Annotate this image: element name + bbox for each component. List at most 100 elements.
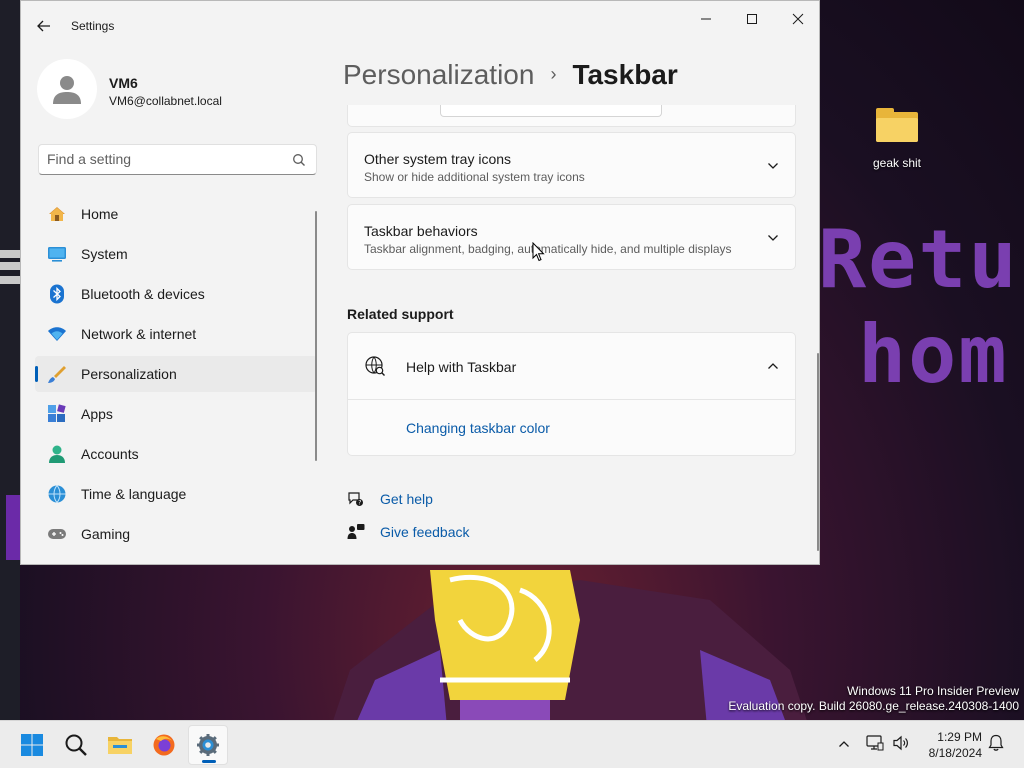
watermark-line-1: Windows 11 Pro Insider Preview	[847, 684, 1019, 698]
firefox-button[interactable]	[144, 725, 184, 765]
start-button[interactable]	[12, 725, 52, 765]
avatar	[37, 59, 97, 119]
help-with-taskbar-header[interactable]: Help with Taskbar	[348, 333, 795, 399]
sidebar-item-label: Accounts	[81, 446, 139, 462]
sidebar-item-label: Network & internet	[81, 326, 197, 342]
breadcrumb: Personalization › Taskbar	[343, 59, 678, 91]
system-icon	[48, 247, 66, 262]
taskbar-behaviors-card[interactable]: Taskbar behaviors Taskbar alignment, bad…	[347, 204, 796, 270]
sidebar-item-label: Home	[81, 206, 119, 222]
help-with-taskbar-card: Help with Taskbar	[347, 332, 796, 456]
folder-icon	[876, 108, 918, 142]
accounts-icon	[49, 445, 65, 463]
chevron-down-icon[interactable]	[767, 160, 779, 172]
other-system-tray-icons-card[interactable]: Other system tray icons Show or hide add…	[347, 132, 796, 198]
user-name: VM6	[109, 75, 138, 91]
mouse-cursor-icon	[532, 242, 545, 262]
back-button[interactable]	[33, 15, 55, 37]
network-tray-icon[interactable]	[866, 734, 884, 752]
firefox-icon	[153, 734, 175, 756]
sidebar-item-label: Time & language	[81, 486, 187, 502]
wallpaper-text-line-1: Retur	[818, 213, 1024, 306]
evaluation-watermark: Windows 11 Pro Insider Preview Evaluatio…	[728, 684, 1019, 714]
sidebar-item-label: Gaming	[81, 526, 131, 542]
partial-dropdown[interactable]	[440, 105, 662, 117]
close-icon	[792, 13, 804, 25]
desktop-folder-label: geak shit	[872, 156, 922, 170]
close-button[interactable]	[775, 5, 819, 33]
get-help-label: Get help	[380, 491, 433, 507]
running-indicator	[202, 760, 216, 763]
app-title: Settings	[71, 19, 115, 33]
card-title: Other system tray icons	[364, 151, 512, 167]
clock-time: 1:29 PM	[937, 730, 982, 744]
show-hidden-icons-chevron-icon[interactable]	[838, 738, 850, 750]
user-avatar-icon	[53, 76, 81, 104]
sidebar-item-accounts[interactable]: Accounts	[35, 436, 317, 472]
watermark-line-2: Evaluation copy. Build 26080.ge_release.…	[728, 699, 1019, 713]
search-input[interactable]	[47, 151, 277, 167]
settings-window: Settings VM6 VM6@collabnet.local Find a …	[20, 0, 820, 565]
chevron-down-icon[interactable]	[767, 232, 779, 244]
content-scrollbar[interactable]	[817, 353, 819, 551]
maximize-icon	[747, 14, 757, 24]
notification-bell-icon[interactable]	[988, 734, 1004, 752]
selection-indicator	[35, 366, 38, 382]
sidebar-item-apps[interactable]: Apps	[35, 396, 317, 432]
card-subtitle: Show or hide additional system tray icon…	[364, 170, 585, 184]
paintbrush-icon	[48, 366, 66, 383]
search-box[interactable]	[38, 144, 317, 175]
file-explorer-icon	[108, 737, 132, 754]
sidebar-item-system[interactable]: System	[35, 236, 317, 272]
get-help-icon: ?	[348, 492, 363, 507]
settings-icon	[197, 734, 219, 756]
sidebar-scrollbar[interactable]	[315, 211, 317, 461]
divider	[348, 399, 795, 400]
background-window-edge	[0, 0, 20, 720]
breadcrumb-parent[interactable]: Personalization	[343, 59, 534, 90]
user-email: VM6@collabnet.local	[109, 94, 222, 108]
partial-settings-card	[347, 105, 796, 127]
start-icon	[21, 734, 43, 756]
sidebar-item-personalization[interactable]: Personalization	[35, 356, 317, 392]
volume-icon[interactable]	[892, 734, 910, 752]
search-icon[interactable]	[292, 153, 306, 167]
settings-taskbar-button[interactable]	[188, 725, 228, 765]
help-with-taskbar-title: Help with Taskbar	[406, 359, 517, 375]
give-feedback-label: Give feedback	[380, 524, 470, 540]
sidebar-item-home[interactable]: Home	[35, 196, 317, 232]
globe-clock-icon	[48, 485, 66, 503]
home-icon	[49, 207, 65, 221]
breadcrumb-separator-icon: ›	[550, 64, 557, 84]
minimize-icon	[701, 18, 711, 20]
sidebar-nav: Home System Bluetooth & devices Network …	[35, 196, 317, 556]
taskbar-search-button[interactable]	[56, 725, 96, 765]
globe-search-icon	[365, 356, 385, 376]
title-bar[interactable]: Settings	[21, 1, 819, 49]
apps-icon	[48, 404, 66, 422]
sidebar-item-bluetooth[interactable]: Bluetooth & devices	[35, 276, 317, 312]
file-explorer-button[interactable]	[100, 725, 140, 765]
sidebar-item-label: System	[81, 246, 128, 262]
sidebar-item-label: Personalization	[81, 366, 177, 382]
chevron-up-icon[interactable]	[767, 360, 779, 372]
related-support-heading: Related support	[347, 306, 454, 322]
wallpaper-text-line-2: hom	[858, 308, 1009, 401]
maximize-button[interactable]	[729, 5, 775, 33]
desktop-folder[interactable]: geak shit	[866, 108, 928, 170]
feedback-icon	[347, 524, 365, 539]
card-subtitle: Taskbar alignment, badging, automaticall…	[364, 242, 732, 256]
sidebar-item-gaming[interactable]: Gaming	[35, 516, 317, 552]
search-icon	[65, 734, 87, 756]
taskbar: 1:29 PM 8/18/2024	[0, 720, 1024, 768]
page-title: Taskbar	[572, 59, 678, 90]
clock-date: 8/18/2024	[928, 746, 982, 760]
back-arrow-icon	[37, 20, 50, 32]
card-title: Taskbar behaviors	[364, 223, 478, 239]
minimize-button[interactable]	[683, 5, 729, 33]
gamepad-icon	[48, 529, 66, 539]
changing-taskbar-color-link[interactable]: Changing taskbar color	[406, 420, 550, 436]
taskbar-clock[interactable]: 1:29 PM 8/18/2024	[929, 729, 982, 761]
sidebar-item-network[interactable]: Network & internet	[35, 316, 317, 352]
sidebar-item-time-language[interactable]: Time & language	[35, 476, 317, 512]
